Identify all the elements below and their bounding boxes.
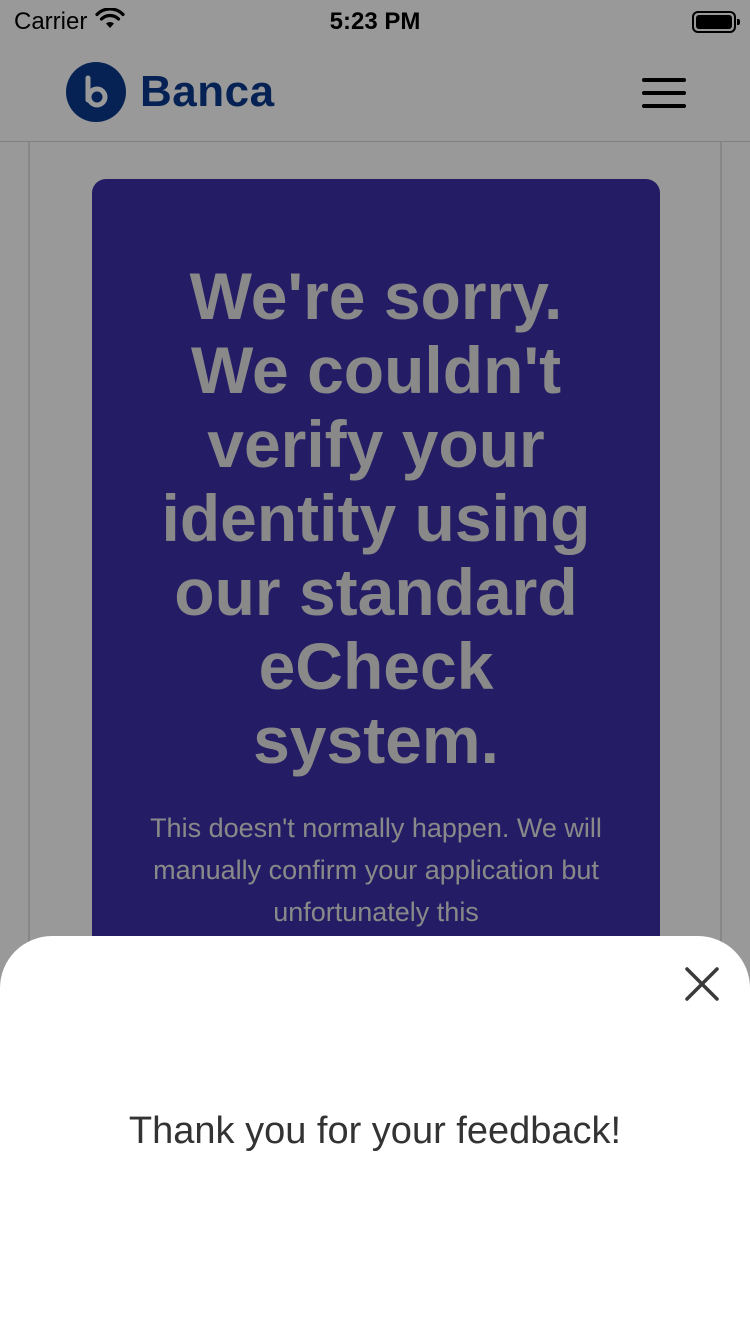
close-icon[interactable] [682,964,722,1004]
feedback-thanks-message: Thank you for your feedback! [128,1110,622,1152]
